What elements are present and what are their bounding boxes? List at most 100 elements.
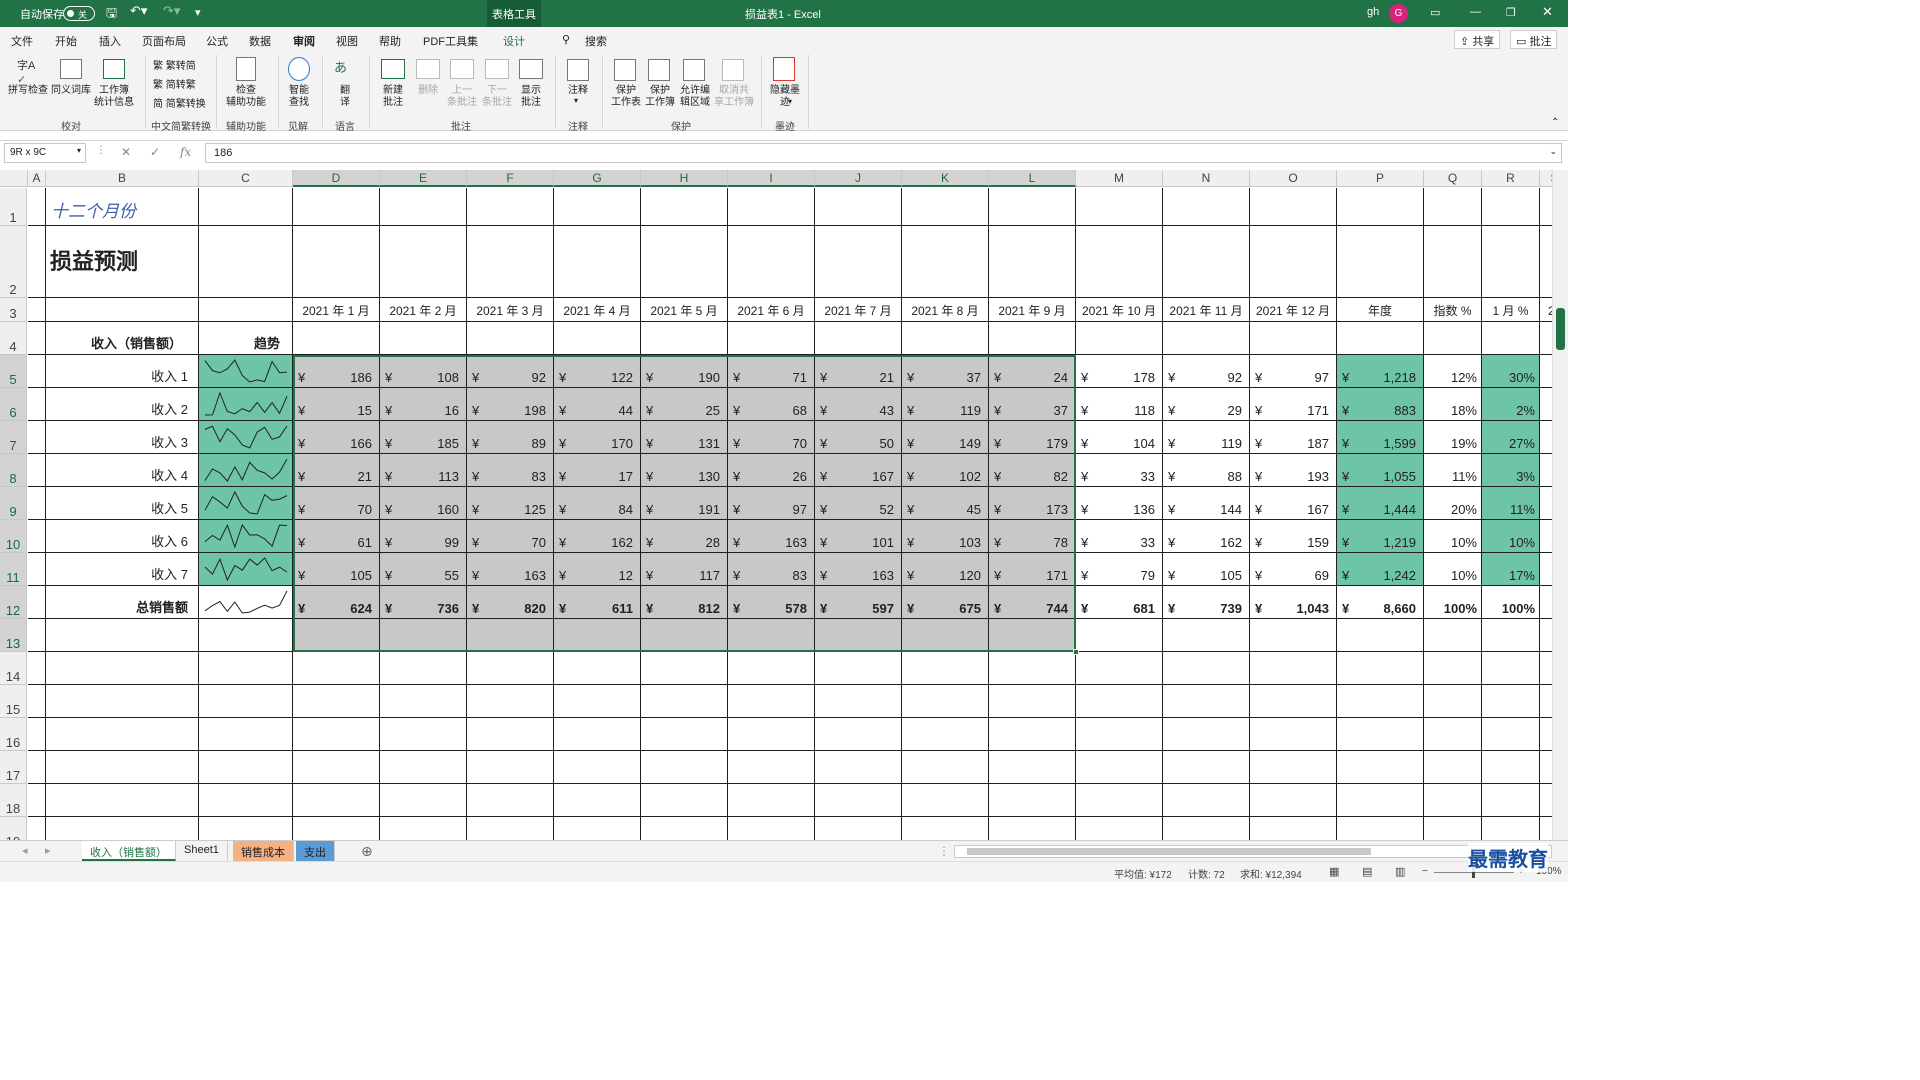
cell[interactable]: ¥1,242 xyxy=(1337,553,1424,586)
cell[interactable] xyxy=(1337,685,1424,718)
cell[interactable]: 2021 年 3 月 xyxy=(467,298,554,322)
cell[interactable]: ¥118 xyxy=(1076,388,1163,421)
cell[interactable] xyxy=(28,355,46,388)
cell[interactable] xyxy=(467,226,554,298)
horizontal-scrollbar[interactable] xyxy=(954,845,1552,858)
cell[interactable] xyxy=(1076,322,1163,355)
tab-insert[interactable]: 插入 xyxy=(99,33,121,49)
cell[interactable] xyxy=(467,619,554,652)
cell[interactable]: ¥92 xyxy=(467,355,554,388)
cell[interactable] xyxy=(1540,586,1552,619)
cell[interactable] xyxy=(293,817,380,840)
cell[interactable]: ¥149 xyxy=(902,421,989,454)
name-box[interactable]: 9R x 9C ▾ xyxy=(4,143,86,163)
column-header-j[interactable]: J xyxy=(815,170,902,187)
avatar[interactable]: G xyxy=(1389,4,1408,23)
cell[interactable] xyxy=(902,817,989,840)
cell[interactable] xyxy=(293,751,380,784)
cell[interactable] xyxy=(467,322,554,355)
ribbon-display-icon[interactable]: ▭ xyxy=(1430,6,1440,19)
cell[interactable] xyxy=(199,298,293,322)
cell[interactable]: ¥21 xyxy=(293,454,380,487)
cell[interactable] xyxy=(467,817,554,840)
cell[interactable] xyxy=(1250,718,1337,751)
cell[interactable]: 收入 3 xyxy=(46,421,199,454)
cell[interactable] xyxy=(293,652,380,685)
cell[interactable] xyxy=(1076,188,1163,226)
translate-button[interactable]: 翻 译 xyxy=(330,85,360,109)
cell[interactable] xyxy=(199,817,293,840)
cell[interactable] xyxy=(467,685,554,718)
cell[interactable] xyxy=(293,685,380,718)
cell[interactable]: 收入（销售额） xyxy=(46,322,199,355)
cell[interactable] xyxy=(1076,751,1163,784)
cell[interactable]: 2 月 xyxy=(1540,298,1552,322)
tab-file[interactable]: 文件 xyxy=(11,33,33,49)
cell[interactable]: 收入 6 xyxy=(46,520,199,553)
cell[interactable]: ¥101 xyxy=(815,520,902,553)
cell[interactable] xyxy=(28,817,46,840)
cell[interactable]: ¥69 xyxy=(1250,553,1337,586)
cell[interactable] xyxy=(1540,487,1552,520)
cell[interactable] xyxy=(1250,188,1337,226)
cell[interactable] xyxy=(641,226,728,298)
cell[interactable] xyxy=(815,322,902,355)
cell[interactable] xyxy=(1250,751,1337,784)
row-header-15[interactable]: 15 xyxy=(0,685,27,718)
cell[interactable]: ¥611 xyxy=(554,586,641,619)
cell[interactable] xyxy=(1424,784,1482,817)
cell[interactable]: ¥162 xyxy=(1163,520,1250,553)
column-header-a[interactable]: A xyxy=(28,170,46,187)
cell[interactable]: ¥29 xyxy=(1163,388,1250,421)
cell[interactable] xyxy=(46,685,199,718)
cell[interactable] xyxy=(1424,322,1482,355)
cell[interactable] xyxy=(380,322,467,355)
cell[interactable] xyxy=(902,188,989,226)
cell[interactable] xyxy=(46,619,199,652)
vertical-scrollbar[interactable] xyxy=(1552,170,1568,840)
cell[interactable] xyxy=(28,322,46,355)
cell[interactable]: ¥37 xyxy=(902,355,989,388)
cell[interactable] xyxy=(815,817,902,840)
cell[interactable] xyxy=(1076,652,1163,685)
cell[interactable]: 19% xyxy=(1424,421,1482,454)
cell[interactable] xyxy=(641,784,728,817)
insert-function-icon[interactable]: fx xyxy=(180,145,191,159)
cell[interactable]: 12% xyxy=(1424,355,1482,388)
cell[interactable] xyxy=(554,784,641,817)
row-header-12[interactable]: 12 xyxy=(0,586,27,619)
cell[interactable] xyxy=(554,718,641,751)
cell[interactable] xyxy=(1482,652,1540,685)
cell[interactable]: ¥125 xyxy=(467,487,554,520)
cell[interactable]: ¥99 xyxy=(380,520,467,553)
cell[interactable]: ¥1,055 xyxy=(1337,454,1424,487)
accessibility-check-button[interactable]: 检查 辅助功能 xyxy=(222,85,270,109)
cell[interactable] xyxy=(293,718,380,751)
cell[interactable] xyxy=(641,619,728,652)
cell[interactable]: ¥578 xyxy=(728,586,815,619)
cell[interactable]: ¥103 xyxy=(902,520,989,553)
cell[interactable] xyxy=(902,685,989,718)
cell[interactable]: ¥1,599 xyxy=(1337,421,1424,454)
minimize-icon[interactable]: — xyxy=(1470,6,1481,18)
cell[interactable] xyxy=(1163,817,1250,840)
cell[interactable]: ¥681 xyxy=(1076,586,1163,619)
sheet-tab-sales-cost[interactable]: 销售成本 xyxy=(233,841,294,861)
cell[interactable]: ¥105 xyxy=(293,553,380,586)
cell[interactable] xyxy=(1482,322,1540,355)
cell[interactable] xyxy=(1540,355,1552,388)
cell[interactable] xyxy=(554,188,641,226)
cell[interactable] xyxy=(1163,652,1250,685)
cell[interactable] xyxy=(902,322,989,355)
cell[interactable] xyxy=(989,817,1076,840)
cell[interactable] xyxy=(1337,226,1424,298)
cell[interactable] xyxy=(1076,817,1163,840)
cell[interactable] xyxy=(28,586,46,619)
cell[interactable]: ¥167 xyxy=(1250,487,1337,520)
cell[interactable]: ¥97 xyxy=(728,487,815,520)
cell[interactable]: ¥120 xyxy=(902,553,989,586)
cell[interactable] xyxy=(1540,388,1552,421)
cell[interactable] xyxy=(1424,718,1482,751)
cell[interactable] xyxy=(1337,188,1424,226)
cell[interactable] xyxy=(1424,685,1482,718)
